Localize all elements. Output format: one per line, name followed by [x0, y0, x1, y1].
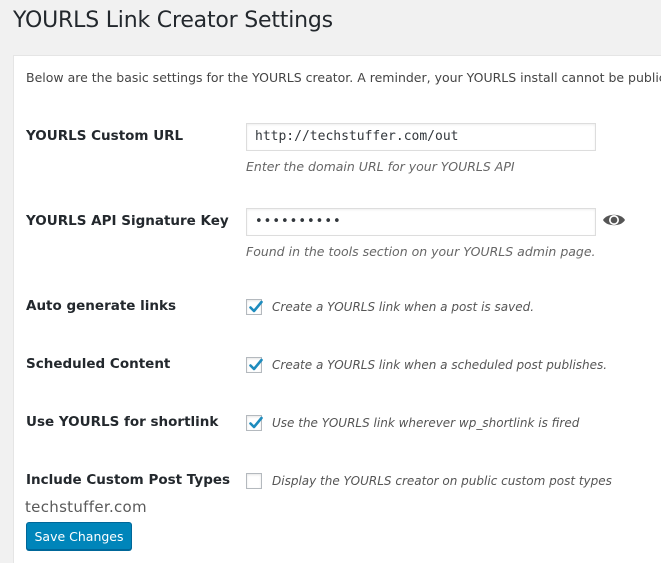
intro-text: Below are the basic settings for the YOU… — [26, 70, 661, 85]
shortlink-text: Use the YOURLS link wherever wp_shortlin… — [272, 416, 580, 430]
page-title: YOURLS Link Creator Settings — [13, 8, 333, 33]
eye-icon[interactable] — [602, 211, 626, 229]
shortlink-checkbox[interactable] — [246, 415, 263, 431]
auto-generate-text: Create a YOURLS link when a post is save… — [272, 300, 535, 314]
scheduled-content-checkbox[interactable] — [246, 357, 263, 373]
api-key-description: Found in the tools section on your YOURL… — [246, 244, 596, 259]
custom-post-types-checkbox[interactable] — [246, 473, 262, 489]
auto-generate-checkbox[interactable] — [246, 299, 263, 315]
shortlink-label: Use YOURLS for shortlink — [26, 414, 219, 430]
custom-url-description: Enter the domain URL for your YOURLS API — [246, 159, 515, 174]
save-changes-button[interactable]: Save Changes — [26, 522, 132, 550]
auto-generate-label: Auto generate links — [26, 298, 177, 314]
shortlink-option: Use the YOURLS link wherever wp_shortlin… — [246, 415, 579, 431]
api-key-label: YOURLS API Signature Key — [26, 213, 229, 229]
scheduled-content-option: Create a YOURLS link when a scheduled po… — [246, 357, 607, 373]
scheduled-content-label: Scheduled Content — [26, 356, 171, 372]
scheduled-content-text: Create a YOURLS link when a scheduled po… — [272, 358, 608, 372]
watermark-text: techstuffer.com — [25, 498, 147, 516]
custom-post-types-label: Include Custom Post Types — [26, 472, 231, 488]
custom-post-types-text: Display the YOURLS creator on public cus… — [272, 474, 612, 488]
custom-url-label: YOURLS Custom URL — [26, 128, 184, 144]
api-key-input[interactable]: •••••••••• — [246, 208, 596, 236]
auto-generate-option: Create a YOURLS link when a post is save… — [246, 299, 534, 315]
custom-post-types-option: Display the YOURLS creator on public cus… — [246, 473, 612, 489]
custom-url-input[interactable]: http://techstuffer.com/out — [246, 123, 596, 151]
